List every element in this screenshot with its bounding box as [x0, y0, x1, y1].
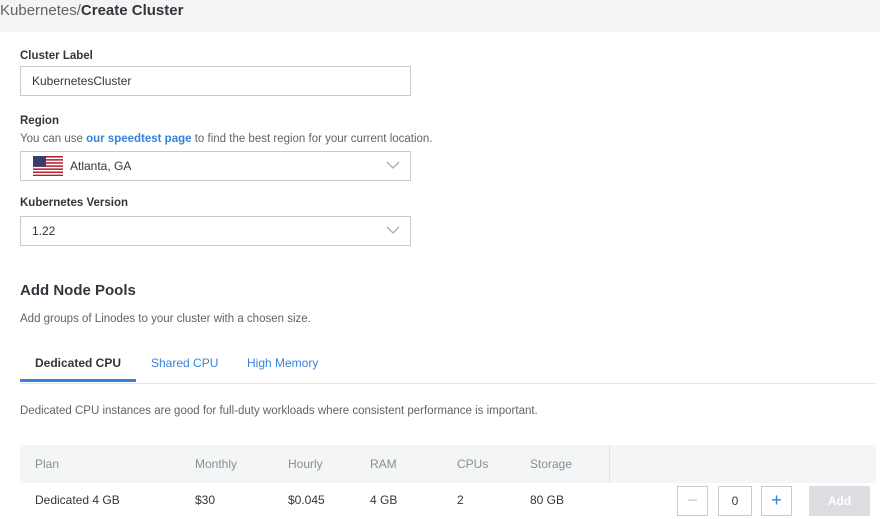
- cluster-label-value: KubernetesCluster: [32, 74, 132, 88]
- hourly-cell: $0.045: [288, 493, 325, 507]
- decrement-button[interactable]: −: [677, 486, 708, 516]
- k8s-version-value: 1.22: [32, 224, 56, 238]
- us-flag-icon: [33, 156, 63, 176]
- region-help-text: You can use our speedtest page to find t…: [20, 133, 433, 145]
- region-select[interactable]: Atlanta, GA: [20, 151, 411, 181]
- plan-description: Dedicated CPU instances are good for ful…: [20, 405, 538, 417]
- add-button[interactable]: Add: [809, 486, 870, 516]
- active-tab-indicator: [20, 379, 136, 382]
- column-divider: [609, 445, 610, 483]
- k8s-version-select[interactable]: 1.22: [20, 216, 411, 246]
- column-header-cpus: CPUs: [457, 457, 489, 471]
- breadcrumb: Kubernetes/Create Cluster: [0, 0, 183, 22]
- chevron-down-icon: [386, 226, 400, 234]
- chevron-down-icon: [386, 161, 400, 169]
- k8s-version-heading: Kubernetes Version: [20, 197, 129, 209]
- plan-type-tabs: Dedicated CPU Shared CPU High Memory: [20, 346, 876, 384]
- page-title: Create Cluster: [80, 2, 184, 19]
- column-header-plan: Plan: [35, 457, 60, 471]
- node-pools-title: Add Node Pools: [20, 282, 136, 299]
- storage-cell: 80 GB: [530, 493, 565, 507]
- column-header-storage: Storage: [530, 457, 573, 471]
- tab-dedicated-cpu[interactable]: Dedicated CPU: [35, 356, 121, 370]
- region-heading: Region: [20, 115, 59, 127]
- cluster-label-heading: Cluster Label: [20, 50, 93, 62]
- cpus-cell: 2: [457, 493, 464, 507]
- column-header-ram: RAM: [370, 457, 397, 471]
- breadcrumb-parent-link[interactable]: Kubernetes: [0, 2, 77, 19]
- monthly-cell: $30: [195, 493, 216, 507]
- plan-cell: Dedicated 4 GB: [35, 493, 120, 507]
- cluster-label-input[interactable]: KubernetesCluster: [20, 66, 411, 96]
- region-selected-value: Atlanta, GA: [70, 159, 132, 173]
- increment-button[interactable]: +: [761, 486, 792, 516]
- column-header-hourly: Hourly: [288, 457, 323, 471]
- table-row[interactable]: Dedicated 4 GB $30 $0.045 4 GB 2 80 GB −…: [20, 483, 876, 519]
- tab-high-memory[interactable]: High Memory: [247, 356, 318, 370]
- tab-shared-cpu[interactable]: Shared CPU: [151, 356, 218, 370]
- node-pools-subtitle: Add groups of Linodes to your cluster wi…: [20, 313, 311, 325]
- region-help-prefix: You can use: [20, 133, 87, 145]
- plans-table-header: Plan Monthly Hourly RAM CPUs Storage: [20, 445, 876, 483]
- top-bar: Kubernetes/Create Cluster: [0, 0, 880, 32]
- quantity-input[interactable]: 0: [718, 486, 752, 516]
- speedtest-link[interactable]: our speedtest page: [86, 133, 191, 145]
- region-help-suffix: to find the best region for your current…: [191, 133, 433, 145]
- column-header-monthly: Monthly: [195, 457, 238, 471]
- ram-cell: 4 GB: [370, 493, 398, 507]
